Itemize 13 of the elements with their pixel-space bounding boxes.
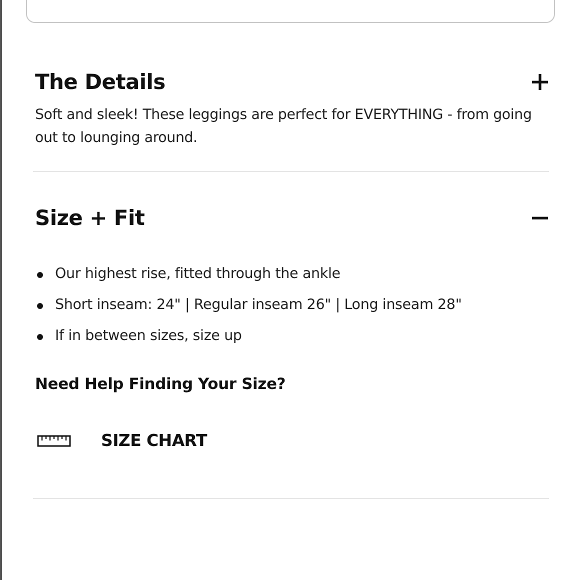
help-heading: Need Help Finding Your Size?: [35, 375, 287, 393]
section-description: Soft and sleek! These leggings are perfect for EVERYTHING - from going out to lounging around.: [35, 106, 533, 148]
section-title[interactable]: The Details: [35, 70, 166, 94]
bullet-text: Short inseam: 24" | Regular inseam 26" | Long inseam 28": [55, 296, 462, 315]
bullet-text: If in between sizes, size up: [55, 327, 242, 346]
ruler-icon[interactable]: [37, 434, 71, 446]
expand-icon[interactable]: [531, 73, 549, 91]
bullet-icon: [37, 302, 43, 308]
size-chart-link[interactable]: SIZE CHART: [101, 431, 207, 450]
bullet-icon: [37, 272, 43, 278]
section-title[interactable]: Size + Fit: [35, 206, 145, 230]
bullet-text: Our highest rise, fitted through the ankle: [55, 265, 340, 284]
bullet-icon: [37, 334, 43, 340]
